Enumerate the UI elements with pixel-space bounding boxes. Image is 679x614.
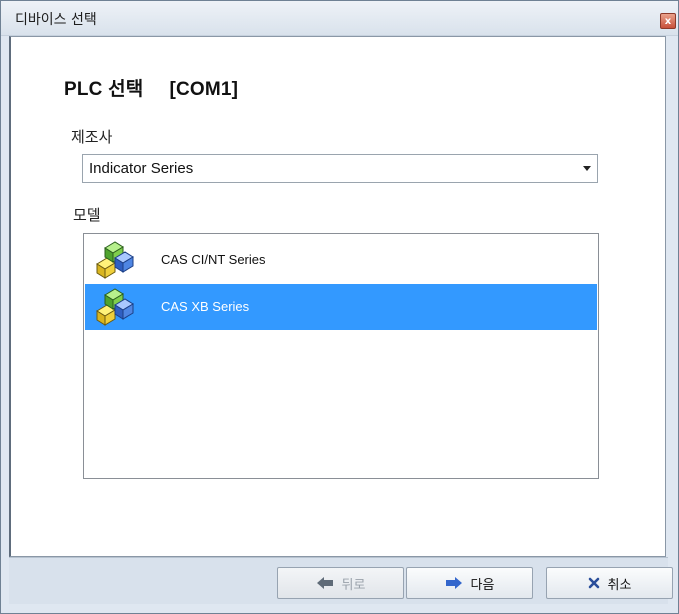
cancel-button-label: 취소 xyxy=(607,577,632,593)
back-button-label: 뒤로 xyxy=(341,577,366,593)
device-model-icon xyxy=(93,240,137,284)
arrow-right-icon xyxy=(445,576,463,590)
back-button[interactable]: 뒤로 xyxy=(277,567,404,599)
list-item-cas-xb[interactable]: CAS XB Series xyxy=(85,284,597,330)
list-item-cas-ci-nt[interactable]: CAS CI/NT Series xyxy=(85,237,597,283)
page-title: PLC 선택 [COM1] xyxy=(64,74,238,101)
device-model-icon xyxy=(93,287,137,331)
title-bar[interactable]: 디바이스 선택 x xyxy=(1,1,678,36)
model-listbox[interactable]: CAS CI/NT Series CAS XB Series xyxy=(83,233,599,479)
next-button[interactable]: 다음 xyxy=(406,567,533,599)
model-label: 모델 xyxy=(73,206,101,224)
list-item-label: CAS CI/NT Series xyxy=(161,252,266,267)
close-icon xyxy=(588,577,600,589)
page-title-text: PLC 선택 xyxy=(64,79,144,100)
chevron-down-icon[interactable] xyxy=(583,166,591,171)
cancel-button[interactable]: 취소 xyxy=(546,567,673,599)
manufacturer-label: 제조사 xyxy=(71,128,113,146)
close-button[interactable]: x xyxy=(660,13,676,29)
list-item-label: CAS XB Series xyxy=(161,299,250,314)
arrow-left-icon xyxy=(316,576,334,590)
window-title: 디바이스 선택 xyxy=(15,12,97,28)
manufacturer-dropdown[interactable]: Indicator Series xyxy=(82,154,598,183)
next-button-label: 다음 xyxy=(470,577,495,593)
manufacturer-value: Indicator Series xyxy=(89,160,194,177)
port-label: [COM1] xyxy=(169,79,239,100)
close-icon: x xyxy=(664,16,672,27)
